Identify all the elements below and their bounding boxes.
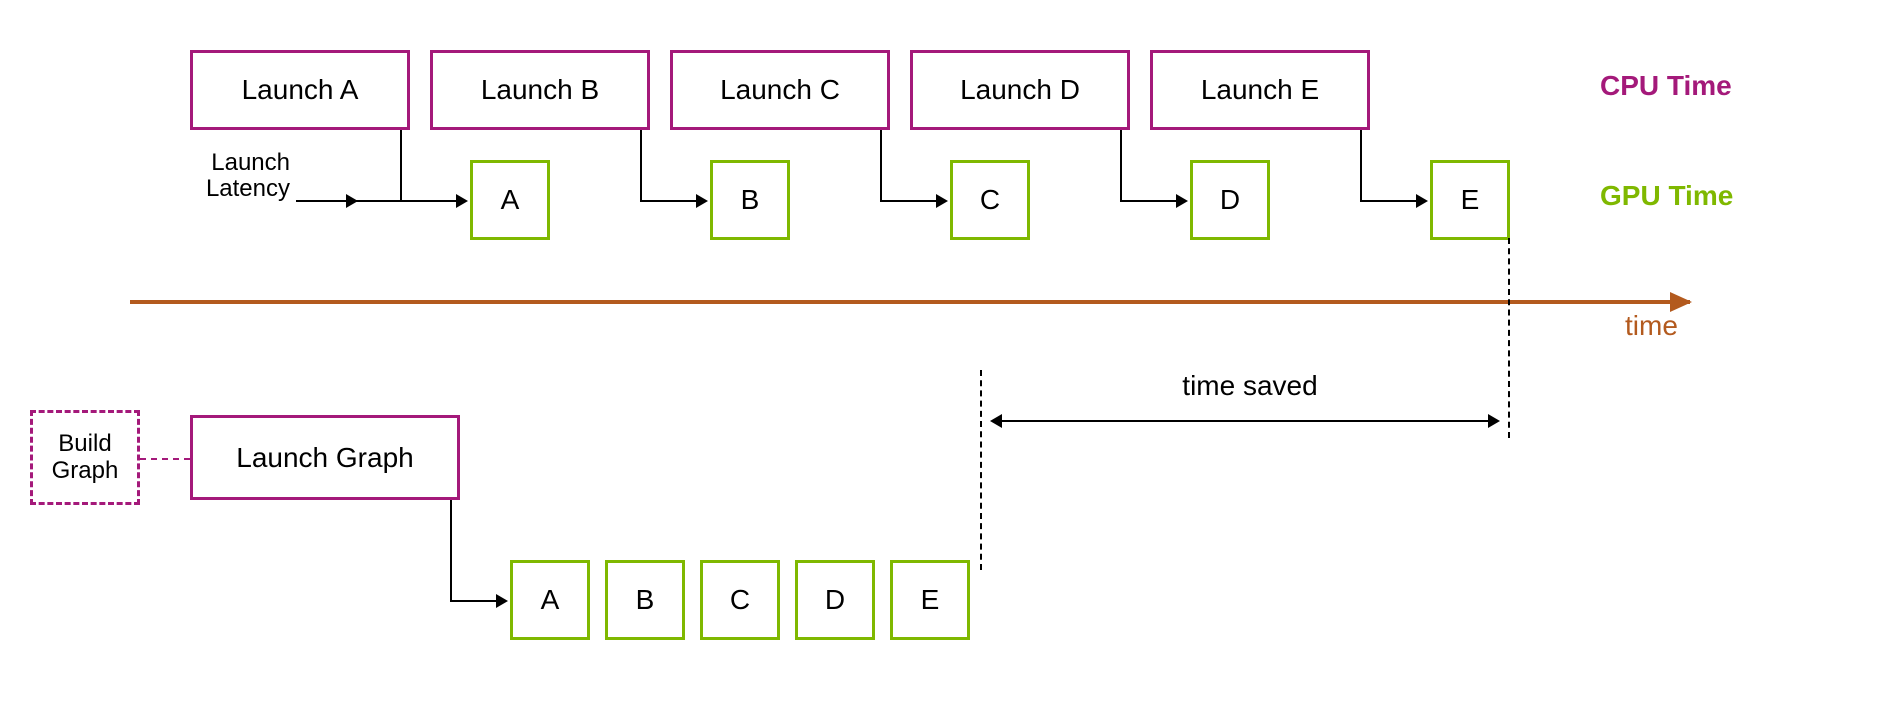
diagram-root: Launch A Launch B Launch C Launch D Laun… [0, 0, 1891, 703]
gpu-kernel-box: A [470, 160, 550, 240]
cpu-launch-label: Launch C [720, 74, 840, 106]
cpu-launch-label: Launch A [242, 74, 359, 106]
gpu-kernel-label: C [730, 584, 750, 616]
gpu-kernel-box: D [1190, 160, 1270, 240]
connector-arrow [1120, 200, 1186, 202]
cpu-launch-box: Launch E [1150, 50, 1370, 130]
launch-graph-label: Launch Graph [236, 442, 413, 474]
connector-arrow [296, 200, 356, 202]
connector-line [356, 200, 402, 202]
timeline-label: time [1625, 310, 1678, 342]
gpu-kernel-label: C [980, 184, 1000, 216]
build-graph-connector [140, 458, 190, 460]
gpu-kernel-box: A [510, 560, 590, 640]
timeline-arrow [130, 300, 1690, 304]
gpu-kernel-box: C [950, 160, 1030, 240]
cpu-launch-label: Launch E [1201, 74, 1319, 106]
connector-arrow [880, 200, 946, 202]
cpu-launch-box: Launch B [430, 50, 650, 130]
cpu-launch-box: Launch D [910, 50, 1130, 130]
gpu-kernel-box: D [795, 560, 875, 640]
connector-arrow [450, 600, 506, 602]
cpu-launch-label: Launch D [960, 74, 1080, 106]
gpu-kernel-label: D [1220, 184, 1240, 216]
gpu-kernel-box: E [890, 560, 970, 640]
connector-arrow [400, 200, 466, 202]
time-saved-label: time saved [1120, 370, 1380, 402]
gpu-kernel-label: D [825, 584, 845, 616]
gpu-kernel-label: A [501, 184, 520, 216]
gpu-kernel-box: C [700, 560, 780, 640]
gpu-kernel-label: B [636, 584, 655, 616]
build-graph-box: Build Graph [30, 410, 140, 505]
connector-line [1120, 130, 1122, 200]
gpu-kernel-box: B [710, 160, 790, 240]
gpu-kernel-label: A [541, 584, 560, 616]
connector-line [880, 130, 882, 200]
gpu-kernel-label: B [741, 184, 760, 216]
connector-line [400, 130, 402, 200]
time-saved-marker-end [1508, 238, 1510, 438]
connector-line [450, 500, 452, 600]
cpu-launch-label: Launch B [481, 74, 599, 106]
connector-line [640, 130, 642, 200]
connector-arrow [640, 200, 706, 202]
gpu-kernel-label: E [1461, 184, 1480, 216]
launch-graph-box: Launch Graph [190, 415, 460, 500]
gpu-kernel-label: E [921, 584, 940, 616]
connector-arrow [1360, 200, 1426, 202]
time-saved-arrow [992, 420, 1498, 422]
legend-gpu-time: GPU Time [1600, 180, 1733, 212]
cpu-launch-box: Launch C [670, 50, 890, 130]
cpu-launch-box: Launch A [190, 50, 410, 130]
connector-line [1360, 130, 1362, 200]
legend-cpu-time: CPU Time [1600, 70, 1732, 102]
time-saved-marker-start [980, 370, 982, 570]
gpu-kernel-box: B [605, 560, 685, 640]
gpu-kernel-box: E [1430, 160, 1510, 240]
launch-latency-label: Launch Latency [190, 150, 290, 203]
